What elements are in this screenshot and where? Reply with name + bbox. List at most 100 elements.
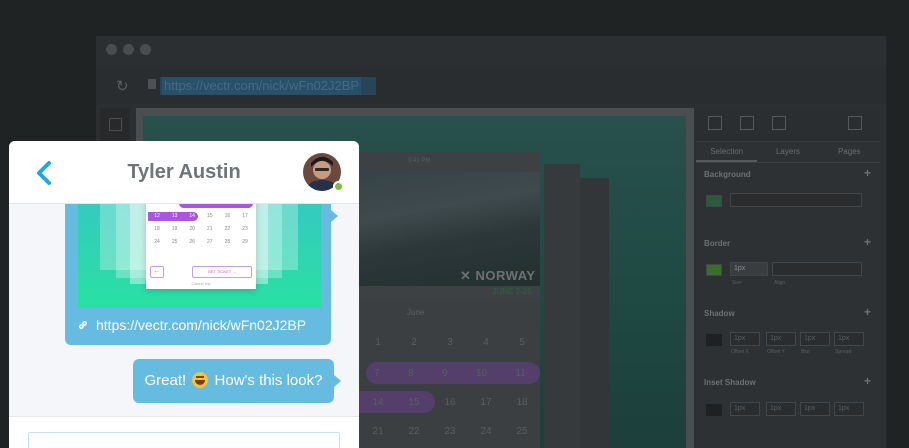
calendar-row: 1 2 3 4 5 (360, 337, 540, 348)
border-width-field[interactable]: 1px (730, 262, 768, 276)
tab-selection[interactable]: Selection (696, 143, 758, 162)
background-color-field[interactable] (730, 193, 862, 207)
shadow-offset-y[interactable]: 1px (766, 332, 796, 346)
section-inset-shadow: Inset Shadow (704, 378, 756, 387)
calendar-day: 17 (480, 397, 492, 408)
link-icon[interactable] (772, 116, 786, 130)
calendar-day: 22 (224, 226, 231, 232)
calendar-day: 19 (171, 226, 178, 232)
calendar-day: 2 (411, 337, 417, 348)
grid-icon[interactable] (708, 116, 722, 130)
link-preview-bubble[interactable]: 1 7 8 9 10 11 12 13 14 15 16 17 (65, 194, 338, 345)
calendar-day: 21 (372, 426, 384, 437)
cancel-trip-text: Cancel trip (191, 281, 211, 286)
shadow-spread[interactable]: 1px (834, 332, 864, 346)
message-text-end: How's this look? (214, 372, 323, 389)
calendar-day: 29 (242, 239, 248, 245)
calendar-day: 1 (375, 337, 381, 348)
link-icon (78, 320, 88, 330)
calendar-day: 18 (516, 397, 528, 408)
border-size-label: Size (732, 280, 742, 286)
properties-toolbar (696, 108, 880, 142)
calendar-day: 22 (408, 426, 420, 437)
chat-panel: 1 7 8 9 10 11 12 13 14 15 16 17 (9, 141, 359, 448)
field-label-offset-y: Offset Y (767, 349, 785, 355)
calendar-day: 17 (242, 213, 248, 219)
calendar-day: 14 (372, 397, 384, 408)
calendar-day: 3 (447, 337, 453, 348)
add-inset-shadow-icon[interactable]: + (864, 374, 871, 388)
link-preview-image[interactable]: 1 7 8 9 10 11 12 13 14 15 16 17 (78, 194, 321, 308)
section-background: Background (704, 170, 751, 179)
background-color-swatch[interactable] (706, 195, 722, 207)
online-status-dot (333, 181, 344, 192)
inset-shadow-color-swatch[interactable] (706, 404, 722, 416)
properties-tabs: Selection Layers Pages (696, 143, 880, 163)
message-bubble[interactable]: Great! How's this look? (133, 359, 341, 403)
message-text-start: Great! (144, 372, 187, 389)
chat-composer (9, 416, 359, 448)
calendar-day: 25 (171, 239, 178, 245)
shadow-color-swatch[interactable] (706, 334, 722, 346)
inset-spread[interactable]: 1px (834, 402, 864, 416)
calendar-row: 18 19 20 21 22 23 (150, 225, 252, 234)
user-icon[interactable] (848, 116, 862, 130)
calendar-day: 20 (189, 226, 195, 232)
message-list[interactable]: 1 7 8 9 10 11 12 13 14 15 16 17 (9, 194, 359, 416)
calendar-card: 1 7 8 9 10 11 12 13 14 15 16 17 (146, 194, 256, 289)
tab-layers[interactable]: Layers (757, 143, 818, 162)
address-bar-url[interactable]: https://vectr.com/nick/wFn02J2BP (162, 77, 362, 95)
window-controls (106, 44, 151, 55)
add-shadow-icon[interactable]: + (864, 305, 871, 319)
field-label-spread: Spread (835, 349, 852, 355)
lock-icon (148, 79, 156, 89)
calendar-day: 27 (207, 239, 213, 245)
calendar-day: 13 (171, 213, 178, 219)
calendar-day: 9 (442, 368, 448, 379)
calendar-back-button: ← (150, 266, 164, 278)
preview-link[interactable]: https://vectr.com/nick/wFn02J2BP (77, 317, 306, 333)
calendar-day: 12 (154, 213, 160, 219)
close-dot-icon[interactable] (106, 44, 117, 55)
border-align-select[interactable] (772, 262, 862, 276)
reload-icon[interactable]: ↻ (116, 77, 129, 95)
phone-time: 9:41 PM (408, 158, 431, 164)
calendar-row: 14 15 16 17 18 (360, 397, 540, 408)
maximize-dot-icon[interactable] (140, 44, 151, 55)
calendar-day: 14 (189, 213, 195, 219)
calendar-row: 12 13 14 15 16 17 (150, 212, 252, 221)
inset-offset-y[interactable]: 1px (766, 402, 796, 416)
calendar-day: 4 (483, 337, 489, 348)
field-label-offset-x: Offset X (731, 349, 749, 355)
calendar-row: 24 25 26 27 28 29 (150, 238, 252, 247)
preview-link-text[interactable]: https://vectr.com/nick/wFn02J2BP (96, 317, 306, 333)
add-border-icon[interactable]: + (864, 235, 871, 249)
minimize-dot-icon[interactable] (123, 44, 134, 55)
calendar-row: 7 8 9 10 11 (360, 368, 540, 379)
shadow-offset-x[interactable]: 1px (730, 332, 760, 346)
section-border: Border (704, 239, 731, 248)
avatar[interactable] (303, 153, 344, 192)
align-icon[interactable] (740, 116, 754, 130)
calendar-day: 21 (207, 226, 213, 232)
calendar-day: 24 (154, 239, 160, 245)
calendar-day: 24 (480, 426, 492, 437)
calendar-day: 25 (516, 426, 528, 437)
inset-offset-x[interactable]: 1px (730, 402, 760, 416)
calendar-day: 7 (374, 368, 380, 379)
calendar-day: 26 (189, 239, 195, 245)
message-input[interactable] (28, 432, 340, 448)
calendar-day: 23 (242, 226, 248, 232)
destination-dates: JUNE 7-15 (492, 287, 532, 296)
destination-title: ✕ NORWAY (460, 268, 536, 283)
phone-mockup-shadow (579, 178, 609, 448)
tab-pages[interactable]: Pages (819, 143, 880, 162)
calendar-day: 16 (224, 213, 231, 219)
calendar-day: 15 (408, 397, 420, 408)
calendar-day: 23 (444, 426, 456, 437)
shadow-blur[interactable]: 1px (800, 332, 830, 346)
add-background-icon[interactable]: + (864, 166, 871, 180)
tool-icon[interactable] (109, 118, 122, 131)
border-color-swatch[interactable] (706, 264, 722, 276)
inset-blur[interactable]: 1px (800, 402, 830, 416)
